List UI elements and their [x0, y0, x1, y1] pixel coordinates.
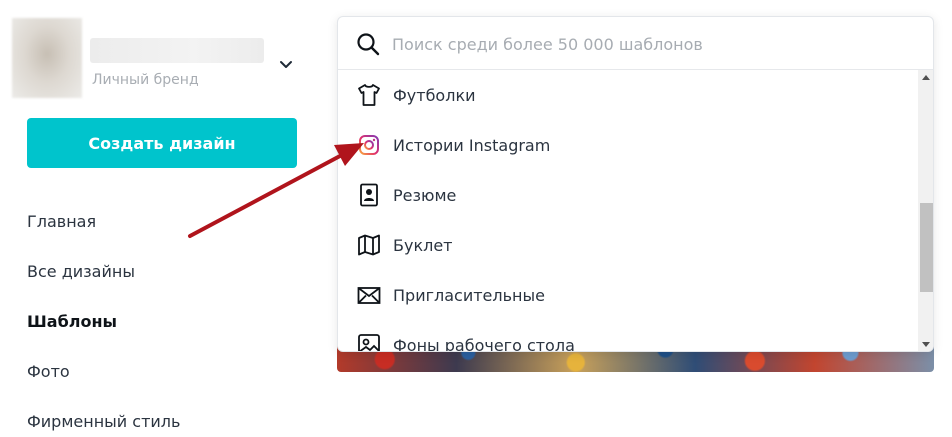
instagram-icon [359, 135, 379, 155]
dropdown-scrollbar[interactable] [918, 70, 933, 351]
canva-home-page: Личный бренд Создать дизайн Главная Все … [0, 0, 952, 437]
list-item-label: Пригласительные [393, 285, 545, 305]
list-item-label: Резюме [393, 185, 457, 205]
sidebar-item-home[interactable]: Главная [27, 196, 180, 246]
sidebar-nav: Главная Все дизайны Шаблоны Фото Фирменн… [27, 196, 180, 437]
search-icon [357, 33, 380, 56]
list-item-label: Истории Instagram [393, 135, 551, 155]
sidebar-item-brand-kit[interactable]: Фирменный стиль [27, 396, 180, 437]
list-item-label: Буклет [393, 235, 453, 255]
search-input[interactable] [392, 29, 912, 59]
list-item-label: Фоны рабочего стола [393, 335, 575, 352]
envelope-icon [357, 287, 381, 304]
list-item-instagram-stories[interactable]: Истории Instagram [338, 120, 918, 170]
scroll-down-arrow-icon[interactable] [918, 337, 933, 351]
sidebar-item-templates[interactable]: Шаблоны [27, 296, 180, 346]
search-bar [338, 17, 933, 70]
resume-icon [360, 183, 378, 207]
tshirt-icon [358, 84, 380, 106]
account-switcher[interactable]: Личный бренд [12, 18, 302, 98]
sidebar-item-all-designs[interactable]: Все дизайны [27, 246, 180, 296]
template-search-dropdown: Футболки Истории Instagram [337, 16, 934, 352]
avatar[interactable] [12, 18, 82, 98]
chevron-down-icon[interactable] [278, 56, 294, 72]
list-item-invitations[interactable]: Пригласительные [338, 270, 918, 320]
list-item-booklet[interactable]: Буклет [338, 220, 918, 270]
scrollbar-thumb[interactable] [920, 203, 933, 292]
sidebar-item-photos[interactable]: Фото [27, 346, 180, 396]
suggestion-list: Футболки Истории Instagram Резюме Буклет… [338, 70, 918, 352]
create-design-button[interactable]: Создать дизайн [27, 118, 297, 168]
map-booklet-icon [358, 234, 380, 256]
list-item-desktop-wallpapers[interactable]: Фоны рабочего стола [338, 320, 918, 352]
list-item-tshirts[interactable]: Футболки [338, 70, 918, 120]
image-icon [358, 334, 380, 351]
list-item-resume[interactable]: Резюме [338, 170, 918, 220]
account-subtitle: Личный бренд [92, 72, 199, 88]
list-item-label: Футболки [393, 85, 476, 105]
scroll-up-arrow-icon[interactable] [918, 70, 933, 86]
account-name-blurred [90, 38, 264, 63]
